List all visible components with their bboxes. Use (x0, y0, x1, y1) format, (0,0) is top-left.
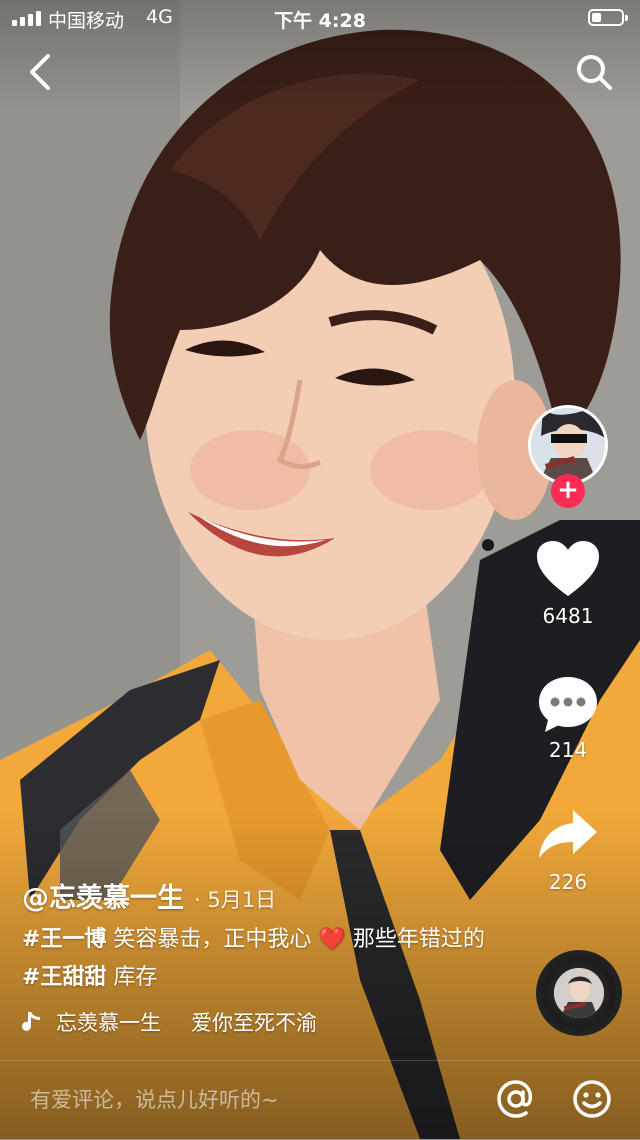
comment-button[interactable] (535, 674, 601, 734)
music-cover-image (554, 968, 604, 1018)
heart-emoji: ❤️ (318, 927, 346, 952)
avatar-image (531, 408, 605, 482)
follow-button[interactable]: + (551, 474, 585, 508)
comment-action: 214 (510, 674, 626, 762)
hashtag-link[interactable]: #王甜甜 (22, 965, 106, 990)
like-action: 6481 (510, 540, 626, 628)
description-text: 库存 (106, 965, 158, 990)
share-button[interactable] (535, 806, 601, 866)
author-avatar[interactable] (528, 405, 608, 485)
music-creator: 忘羡慕一生 (56, 1011, 161, 1035)
at-sign-icon (497, 1080, 533, 1118)
like-count: 6481 (542, 604, 594, 628)
comment-bar (0, 1060, 640, 1140)
hashtag-link[interactable]: #王一博 (22, 927, 106, 952)
back-button[interactable] (22, 52, 58, 92)
share-count: 226 (548, 870, 588, 894)
music-note-icon (22, 1012, 40, 1031)
share-action: 226 (510, 806, 626, 894)
description-text: 那些年错过的 (345, 927, 485, 952)
share-arrow-icon (539, 810, 597, 858)
post-date: · 5月1日 (194, 888, 277, 912)
speech-bubble-icon (539, 677, 597, 732)
music-disc-button[interactable] (536, 950, 622, 1036)
author-handle[interactable]: @忘羡慕一生 (22, 876, 184, 915)
music-song-name: 爱你至死不渝 (191, 1011, 317, 1035)
like-button[interactable] (535, 540, 601, 600)
emoji-button[interactable] (572, 1079, 612, 1119)
video-caption: @忘羡慕一生 · 5月1日 #王一博 笑容暴击，正中我心 ❤️ 那些年错过的#王… (22, 876, 502, 1039)
music-title[interactable]: 忘羡慕一生 爱你至死不渝 (56, 1007, 356, 1037)
description-text: 笑容暴击，正中我心 (106, 927, 319, 952)
author-line: @忘羡慕一生 · 5月1日 (22, 876, 502, 915)
smiley-icon (573, 1080, 611, 1118)
video-description: #王一博 笑容暴击，正中我心 ❤️ 那些年错过的 #王甜甜 库存 (22, 921, 502, 997)
comment-input[interactable] (30, 1083, 450, 1117)
music-info[interactable]: 忘羡慕一生 爱你至死不渝 (22, 1005, 502, 1039)
chevron-left-icon (30, 54, 50, 90)
heart-icon (537, 541, 599, 596)
action-rail: + 6481 214 226 (510, 0, 640, 1139)
comment-count: 214 (548, 738, 588, 762)
mention-button[interactable] (496, 1079, 536, 1119)
